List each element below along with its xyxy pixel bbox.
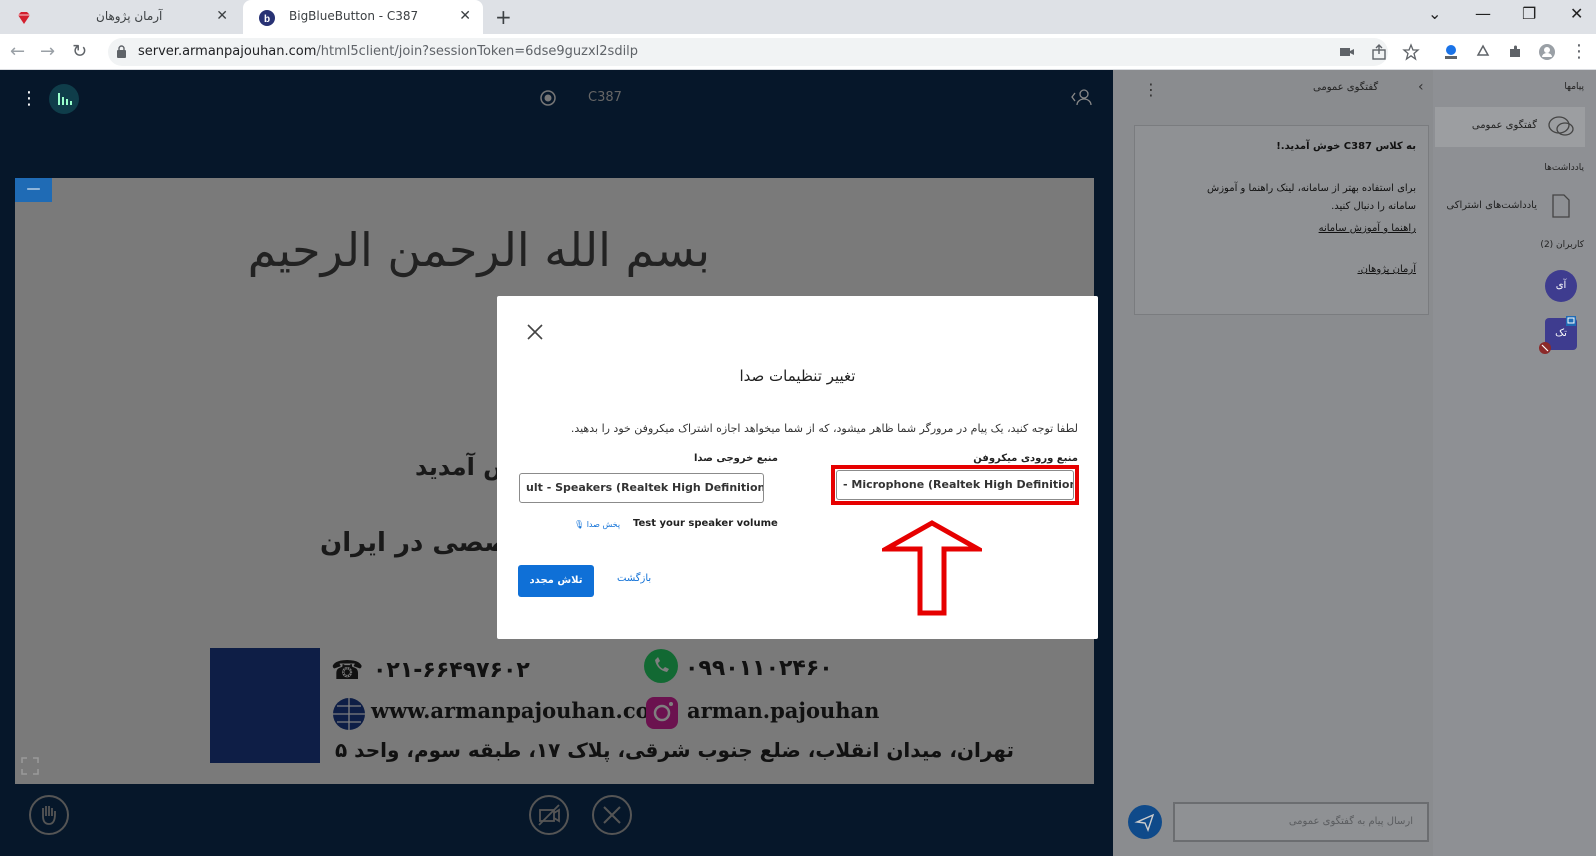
chevron-down-icon[interactable]: ⌄: [1428, 4, 1441, 23]
new-tab-icon[interactable]: +: [495, 5, 512, 29]
chat-body-line2: سامانه را دنبال کنید.: [1331, 201, 1416, 212]
poll-icon[interactable]: [49, 84, 79, 114]
tab-title: آرمان پژوهان: [96, 9, 163, 23]
minimize-icon[interactable]: —: [1475, 4, 1491, 23]
recycle-icon[interactable]: [1474, 43, 1492, 61]
forward-icon[interactable]: →: [40, 41, 55, 62]
presenter-icon: [1566, 316, 1576, 326]
tab-bigbluebutton[interactable]: b BigBlueButton - C387 ✕: [243, 0, 483, 34]
browser-tabstrip: آرمان پژوهان ✕ b BigBlueButton - C387 ✕ …: [0, 0, 1596, 34]
chevron-left-icon[interactable]: ‹: [1418, 79, 1424, 95]
options-menu-icon[interactable]: ⋮: [20, 88, 38, 109]
share-icon[interactable]: [1370, 43, 1388, 61]
send-icon[interactable]: [1128, 805, 1162, 839]
notes-icon: [1552, 194, 1570, 218]
shared-notes-item[interactable]: یادداشت‌های اشتراکی: [1435, 188, 1585, 224]
back-icon[interactable]: ←: [10, 41, 25, 62]
close-icon[interactable]: ✕: [459, 8, 471, 24]
public-chat-label: گفتگوی عمومی: [1471, 120, 1537, 131]
speaker-source-select[interactable]: ult - Speakers (Realtek High Definition …: [519, 473, 764, 503]
restore-icon[interactable]: ❐: [1522, 4, 1536, 23]
chat-options-icon[interactable]: ⋮: [1143, 80, 1159, 99]
camera-icon[interactable]: [1338, 43, 1356, 61]
fullscreen-icon[interactable]: [20, 756, 40, 776]
bigbluebutton-icon: b: [259, 10, 275, 26]
messages-heading: پیامها: [1564, 82, 1584, 92]
back-link[interactable]: بازگشت: [617, 573, 651, 584]
play-sound-link[interactable]: پخش صدا 🎙: [574, 520, 620, 529]
address-bar: ← → ↻ server.armanpajouhan.com/html5clie…: [0, 34, 1596, 70]
highlight-box: [831, 465, 1079, 505]
muted-mic-icon: [1539, 342, 1551, 354]
audio-settings-modal: تغییر تنظیمات صدا لطفا توجه کنید، یک پیا…: [497, 296, 1098, 639]
reload-icon[interactable]: ↻: [72, 41, 87, 62]
user-toggle-icon[interactable]: [1071, 88, 1093, 106]
menu-dots-icon[interactable]: ⋮: [1570, 41, 1588, 62]
permission-note: لطفا توجه کنید، یک پیام در مرورگر شما ظا…: [570, 422, 1078, 435]
star-icon[interactable]: [1402, 43, 1420, 61]
user-list-panel: پیامها گفتگوی عمومی یادداشت‌ها یادداشت‌ه…: [1433, 70, 1596, 856]
chat-messages: به کلاس C387 خوش آمدید.! برای استفاده به…: [1134, 125, 1429, 315]
retry-button[interactable]: تلاش مجدد: [518, 565, 594, 597]
puzzle-icon[interactable]: [1506, 43, 1524, 61]
chat-link-arman[interactable]: آرمان پژوهان.: [1357, 264, 1416, 275]
close-icon[interactable]: ✕: [216, 8, 228, 24]
profile-icon[interactable]: [1538, 43, 1556, 61]
notes-heading: یادداشت‌ها: [1544, 163, 1584, 173]
chat-input-placeholder: ارسال پیام به گفتگوی عمومی: [1288, 816, 1413, 827]
chat-input[interactable]: ارسال پیام به گفتگوی عمومی: [1173, 802, 1429, 842]
url-field[interactable]: server.armanpajouhan.com/html5client/joi…: [108, 38, 1388, 66]
avatar[interactable]: آی: [1545, 270, 1577, 302]
speaker-source-label: منبع خروجی صدا: [694, 453, 778, 464]
chat-header: گفتگوی عمومی: [1313, 82, 1379, 93]
minimize-presentation-button[interactable]: —: [15, 178, 52, 202]
url-text: server.armanpajouhan.com/html5client/joi…: [138, 44, 639, 59]
camera-off-icon[interactable]: [528, 794, 570, 836]
tab-arman-pajouhan[interactable]: آرمان پژوهان ✕: [0, 0, 240, 34]
shared-notes-label: یادداشت‌های اشتراکی: [1446, 200, 1537, 211]
audio-off-icon[interactable]: [591, 794, 633, 836]
chat-panel: ⋮ گفتگوی عمومی ‹ به کلاس C387 خوش آمدید.…: [1113, 70, 1433, 856]
mic-source-label: منبع ورودی میکروفن: [973, 453, 1078, 464]
meeting-title: C387: [588, 90, 622, 105]
chat-welcome: به کلاس C387 خوش آمدید.!: [1276, 141, 1416, 152]
side-panels: ⋮ گفتگوی عمومی ‹ به کلاس C387 خوش آمدید.…: [1113, 70, 1596, 856]
test-speaker-label: Test your speaker volume: [633, 518, 778, 529]
public-chat-item[interactable]: گفتگوی عمومی: [1435, 107, 1585, 147]
arrow-up-icon: [882, 520, 982, 616]
svg-text:b: b: [264, 14, 270, 25]
lock-icon: [117, 45, 126, 58]
diamond-icon: [18, 12, 30, 24]
chat-bubble-icon: [1548, 116, 1574, 136]
raise-hand-icon[interactable]: [28, 794, 70, 836]
tab-title: BigBlueButton - C387: [289, 9, 419, 23]
download-icon[interactable]: [1442, 43, 1460, 61]
chat-body-line1: برای استفاده بهتر از سامانه، لینک راهنما…: [1207, 183, 1416, 194]
modal-title: تغییر تنظیمات صدا: [739, 367, 856, 385]
microphone-icon: 🎙: [574, 520, 585, 529]
close-icon[interactable]: [525, 322, 545, 342]
chat-link-guide[interactable]: راهنما و آموزش سامانه: [1319, 223, 1416, 234]
close-window-icon[interactable]: ✕: [1570, 4, 1583, 23]
users-heading: کاربران (2): [1540, 240, 1584, 250]
record-icon[interactable]: [540, 90, 556, 106]
